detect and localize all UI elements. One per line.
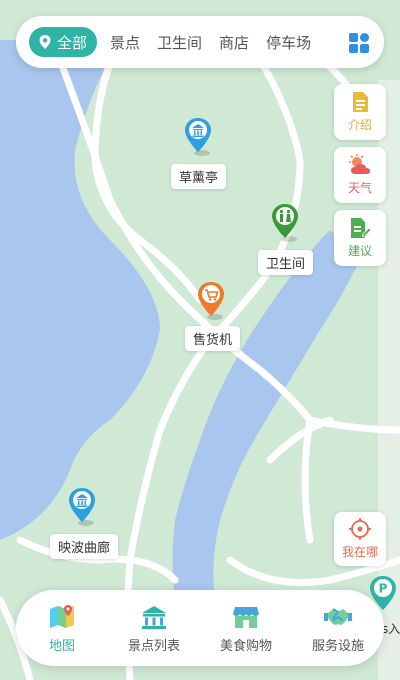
category-shop[interactable]: 商店 xyxy=(219,32,249,53)
grid-menu-icon[interactable] xyxy=(348,32,370,54)
poi-label-parking[interactable]: s入 xyxy=(382,620,400,637)
location-pin-icon xyxy=(39,35,51,49)
scenic-marker-icon[interactable] xyxy=(67,486,97,526)
store-icon xyxy=(233,606,259,628)
weather-label: 天气 xyxy=(347,181,372,195)
weather-button[interactable]: 天气 xyxy=(334,147,386,203)
category-all-label: 全部 xyxy=(57,33,88,52)
tab-map-label: 地图 xyxy=(48,638,75,654)
category-bar: 全部 景点 卫生间 商店 停车场 xyxy=(16,16,384,68)
document-icon xyxy=(353,92,368,112)
category-scenic[interactable]: 景点 xyxy=(110,32,140,53)
category-toilet[interactable]: 卫生间 xyxy=(157,32,202,53)
suggest-label: 建议 xyxy=(347,244,372,258)
intro-label: 介绍 xyxy=(347,118,372,132)
svg-text:P: P xyxy=(379,582,388,596)
poi-label-pavilion[interactable]: 草薰亭 xyxy=(171,164,227,189)
locate-me-label: 我在哪 xyxy=(341,545,378,559)
tab-map[interactable]: 地图 xyxy=(19,603,105,654)
scenic-marker-icon[interactable] xyxy=(183,116,213,156)
tab-food-shopping[interactable]: 美食购物 xyxy=(203,603,289,654)
tab-services[interactable]: 服务设施 xyxy=(295,603,381,654)
intro-button[interactable]: 介绍 xyxy=(334,84,386,140)
museum-icon xyxy=(142,605,166,629)
tab-scenic-list-label: 景点列表 xyxy=(127,638,180,654)
tab-food-shopping-label: 美食购物 xyxy=(219,638,272,654)
handshake-icon xyxy=(324,607,352,625)
tab-services-label: 服务设施 xyxy=(311,638,364,654)
category-parking[interactable]: 停车场 xyxy=(266,32,311,53)
tab-scenic-list[interactable]: 景点列表 xyxy=(111,603,197,654)
weather-icon xyxy=(349,154,370,174)
suggest-button[interactable]: 建议 xyxy=(334,210,386,266)
toilet-marker-icon[interactable] xyxy=(270,202,300,242)
edit-note-icon xyxy=(351,218,371,238)
poi-label-vending[interactable]: 售货机 xyxy=(185,326,241,351)
bottom-nav: 地图 景点列表 美食购物 服务设施 xyxy=(16,590,384,666)
category-all[interactable]: 全部 xyxy=(29,27,98,57)
crosshair-icon xyxy=(349,518,371,540)
vending-marker-icon[interactable] xyxy=(196,280,226,320)
map-icon xyxy=(50,604,74,628)
locate-me-button[interactable]: 我在哪 xyxy=(334,512,386,566)
poi-label-corridor[interactable]: 映波曲廊 xyxy=(50,534,119,559)
poi-label-toilet[interactable]: 卫生间 xyxy=(258,250,314,275)
